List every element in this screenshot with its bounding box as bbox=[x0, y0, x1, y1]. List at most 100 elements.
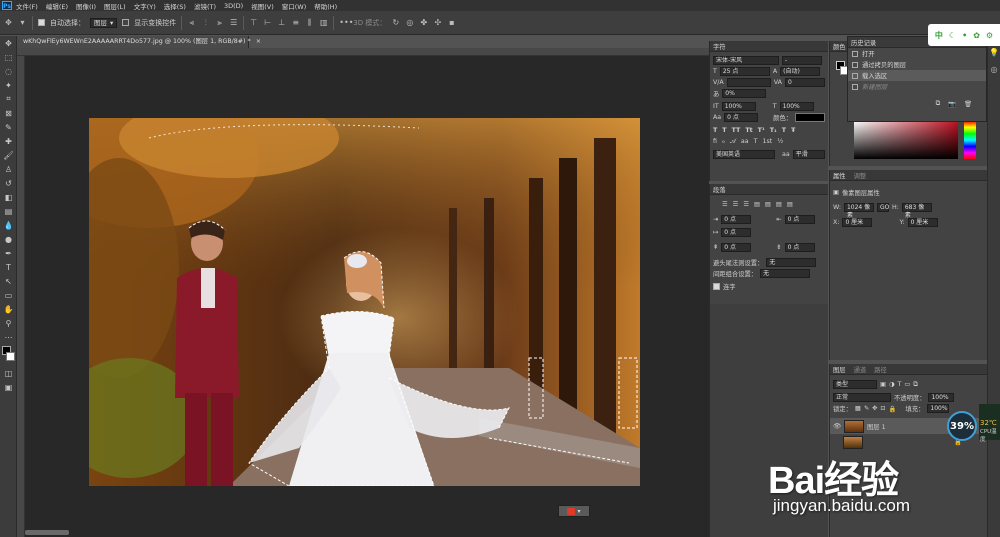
align-left-text-icon[interactable]: ☰ bbox=[722, 201, 728, 208]
wedding-photo[interactable] bbox=[89, 118, 640, 486]
ligature-icon[interactable]: fi bbox=[713, 138, 717, 145]
close-icon[interactable]: × bbox=[256, 38, 261, 45]
align-middle-icon[interactable]: ⊢ bbox=[263, 18, 272, 27]
skin-icon[interactable]: ✿ bbox=[973, 31, 980, 40]
roll-3d-icon[interactable]: ◎ bbox=[405, 18, 414, 27]
subscript-icon[interactable]: T₁ bbox=[770, 127, 777, 134]
hand-tool-icon[interactable]: ✋ bbox=[0, 302, 17, 316]
avoid-select[interactable]: 无 bbox=[766, 258, 817, 267]
filter-pixel-icon[interactable]: ▣ bbox=[880, 381, 886, 388]
quick-mask-icon[interactable]: ◫ bbox=[0, 366, 17, 380]
brush-tool-icon[interactable]: 🖌 bbox=[0, 148, 17, 162]
align-bottom-icon[interactable]: ⊥ bbox=[277, 18, 286, 27]
distribute-space-icon[interactable]: ⫼ bbox=[305, 18, 314, 27]
snapshot-icon[interactable]: 📷 bbox=[948, 100, 956, 108]
crop-tool-icon[interactable]: ⌗ bbox=[0, 92, 17, 106]
tracking-field[interactable]: 0 bbox=[784, 78, 825, 87]
menu-window[interactable]: 窗口(W) bbox=[282, 1, 307, 11]
menu-edit[interactable]: 编辑(E) bbox=[46, 1, 68, 11]
tsume-field[interactable]: 0% bbox=[722, 89, 767, 98]
kerning-field[interactable] bbox=[726, 78, 771, 87]
filter-adjust-icon[interactable]: ◑ bbox=[889, 381, 895, 388]
ordinal-icon[interactable]: 1st bbox=[762, 138, 772, 145]
blend-mode-select[interactable]: 正常 bbox=[833, 393, 891, 402]
magic-wand-icon[interactable]: ✦ bbox=[0, 78, 17, 92]
space-before-field[interactable]: 0 点 bbox=[721, 243, 752, 252]
fill-field[interactable]: 100% bbox=[927, 404, 950, 413]
shape-tool-icon[interactable]: ▭ bbox=[0, 288, 17, 302]
font-family-select[interactable]: 宋体-宋风 bbox=[713, 56, 779, 65]
hyphenate-checkbox[interactable] bbox=[713, 283, 720, 290]
scale-3d-icon[interactable]: ▪ bbox=[447, 18, 456, 27]
link-icon[interactable]: GO bbox=[876, 203, 889, 212]
slide-3d-icon[interactable]: ✣ bbox=[433, 18, 442, 27]
menu-select[interactable]: 选择(S) bbox=[164, 1, 186, 11]
chevron-down-icon[interactable]: ▾ bbox=[18, 18, 27, 27]
space-after-field[interactable]: 0 点 bbox=[784, 243, 815, 252]
punctuation-icon[interactable]: • bbox=[962, 31, 967, 40]
stylistic-icon[interactable]: aa bbox=[741, 138, 749, 145]
auto-align-icon[interactable]: ▥ bbox=[319, 18, 328, 27]
eraser-icon[interactable]: ◧ bbox=[0, 190, 17, 204]
show-transform-checkbox[interactable] bbox=[122, 19, 130, 26]
frame-tool-icon[interactable]: ⊠ bbox=[0, 106, 17, 120]
layer-name[interactable]: 图层 1 bbox=[867, 422, 886, 431]
dodge-tool-icon[interactable]: ● bbox=[0, 232, 17, 246]
menu-filter[interactable]: 滤镜(T) bbox=[194, 1, 216, 11]
align-right-text-icon[interactable]: ☰ bbox=[743, 201, 749, 208]
tab-character[interactable]: 字符 bbox=[713, 42, 726, 51]
tab-paths[interactable]: 路径 bbox=[874, 365, 887, 374]
menu-file[interactable]: 文件(F) bbox=[16, 1, 38, 11]
horizontal-scrollbar[interactable] bbox=[25, 530, 69, 535]
lock-pixels-icon[interactable]: ▦ bbox=[855, 405, 861, 412]
filter-shape-icon[interactable]: ▭ bbox=[904, 381, 910, 388]
justify-last-right-icon[interactable]: ▤ bbox=[776, 201, 782, 208]
menu-type[interactable]: 文字(Y) bbox=[134, 1, 156, 11]
background-layer-row[interactable]: 🔒 bbox=[830, 434, 1000, 450]
background-color[interactable] bbox=[6, 352, 15, 361]
height-field[interactable]: 683 像素 bbox=[901, 203, 932, 219]
text-color-swatch[interactable] bbox=[795, 113, 826, 122]
menu-image[interactable]: 图像(I) bbox=[76, 1, 96, 11]
history-item-load-selection[interactable]: 载入选区 bbox=[848, 70, 986, 81]
tab-paragraph[interactable]: 段落 bbox=[713, 185, 726, 194]
screen-mode-icon[interactable]: ▣ bbox=[0, 380, 17, 394]
new-document-from-state-icon[interactable]: ⧉ bbox=[936, 100, 941, 108]
history-item-copy-layer[interactable]: 通过拷贝的图层 bbox=[848, 59, 986, 70]
lasso-tool-icon[interactable]: ◌ bbox=[0, 64, 17, 78]
underline-icon[interactable]: T bbox=[782, 127, 786, 134]
menu-help[interactable]: 帮助(H) bbox=[314, 1, 337, 11]
horizontal-scale-field[interactable]: 100% bbox=[779, 102, 814, 111]
faux-bold-icon[interactable]: T bbox=[713, 127, 717, 134]
ime-mode-label[interactable]: 中 bbox=[935, 30, 943, 41]
hue-slider[interactable] bbox=[964, 121, 976, 159]
alternate-icon[interactable]: ℴ bbox=[722, 138, 725, 145]
tab-history[interactable]: 历史记录 bbox=[851, 38, 876, 47]
width-field[interactable]: 1024 像素 bbox=[843, 203, 874, 219]
pen-tool-icon[interactable]: ✒ bbox=[0, 246, 17, 260]
swash-icon[interactable]: 𝒜 bbox=[730, 138, 736, 146]
auto-select-dropdown[interactable]: 图层 ▾ bbox=[90, 17, 118, 28]
tab-properties[interactable]: 属性 bbox=[833, 171, 846, 180]
selection-indicator[interactable]: ▾ bbox=[558, 505, 590, 517]
faux-italic-icon[interactable]: T bbox=[722, 127, 726, 134]
align-center-icon[interactable]: ⫶ bbox=[201, 18, 210, 27]
spacing-select[interactable]: 无 bbox=[760, 269, 811, 278]
visibility-eye-icon[interactable]: 👁 bbox=[833, 422, 841, 430]
font-size-field[interactable]: 25 点 bbox=[719, 67, 770, 76]
drag-3d-icon[interactable]: ✤ bbox=[419, 18, 428, 27]
filter-smart-icon[interactable]: ⧉ bbox=[913, 381, 918, 389]
healing-brush-icon[interactable]: ✚ bbox=[0, 134, 17, 148]
language-select[interactable]: 美国英语 bbox=[713, 150, 775, 159]
cpu-usage-widget[interactable]: 39% bbox=[947, 411, 977, 441]
history-item-new-layer[interactable]: 新建图层 bbox=[848, 81, 986, 92]
justify-last-left-icon[interactable]: ▤ bbox=[754, 201, 760, 208]
type-tool-icon[interactable]: T bbox=[0, 260, 17, 274]
menu-layer[interactable]: 图层(L) bbox=[104, 1, 126, 11]
tab-color[interactable]: 颜色 bbox=[833, 42, 846, 51]
history-brush-icon[interactable]: ↺ bbox=[0, 176, 17, 190]
menu-3d[interactable]: 3D(D) bbox=[224, 2, 243, 10]
titling-icon[interactable]: T bbox=[754, 138, 758, 145]
tab-layers[interactable]: 图层 bbox=[833, 365, 846, 374]
lightbulb-icon[interactable]: 💡 bbox=[988, 48, 1000, 57]
